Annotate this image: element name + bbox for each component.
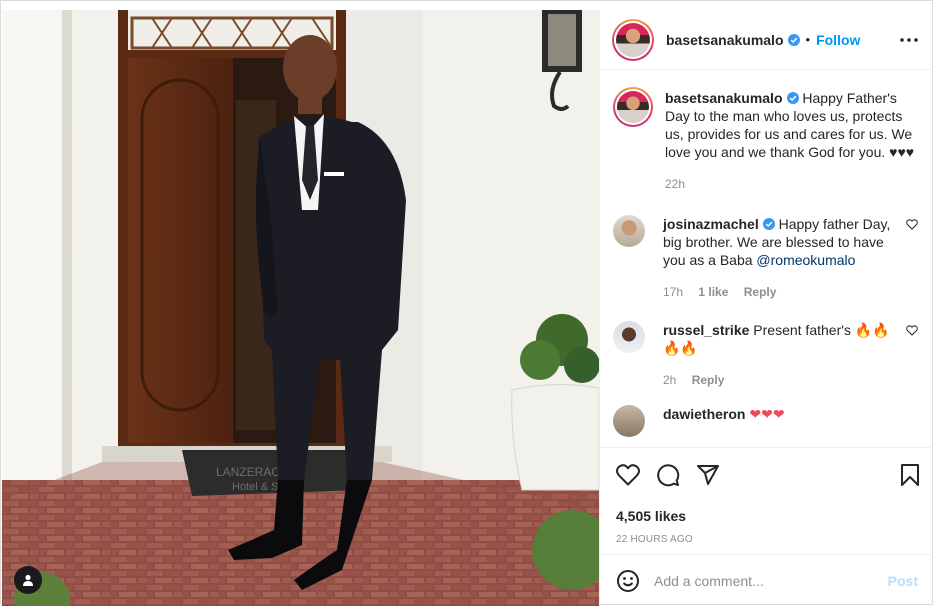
verified-icon — [762, 218, 775, 230]
add-comment-bar: Post — [600, 554, 933, 606]
heart-icon[interactable] — [906, 219, 918, 230]
post-modal: LANZERAC Hotel & Spa basetsanakumalo • F… — [0, 0, 933, 606]
post-header: basetsanakumalo • Follow — [600, 10, 933, 70]
comment-username[interactable]: russel_strike — [663, 322, 749, 338]
caption-username[interactable]: basetsanakumalo — [665, 90, 783, 106]
comment-time[interactable]: 17h — [663, 285, 683, 299]
post-actions: 4,505 likes 22 HOURS AGO — [600, 447, 933, 545]
bookmark-icon[interactable] — [900, 464, 920, 486]
author-username[interactable]: basetsanakumalo — [666, 32, 784, 48]
share-icon[interactable] — [696, 464, 720, 486]
comments-list[interactable]: basetsanakumalo Happy Father's Day to th… — [600, 71, 933, 447]
header-separator: • — [805, 32, 811, 47]
comment-input[interactable] — [654, 572, 888, 589]
follow-button[interactable]: Follow — [816, 32, 860, 48]
post-comment-button[interactable]: Post — [888, 573, 918, 589]
comment-item: russel_strike Present father's 🔥🔥🔥🔥 2h R… — [613, 321, 918, 389]
heart-icon[interactable] — [906, 325, 918, 336]
photo-scene: LANZERAC Hotel & Spa — [2, 10, 599, 606]
comment-username[interactable]: dawietheron — [663, 406, 745, 422]
author-avatar[interactable] — [612, 18, 654, 61]
commenter-avatar[interactable] — [613, 215, 645, 247]
comment-mention[interactable]: @romeokumalo — [756, 252, 855, 268]
comment-item: josinazmachel Happy father Day, big brot… — [613, 215, 918, 301]
mat-sign-line1: LANZERAC — [216, 465, 280, 479]
heart-icon[interactable] — [616, 464, 640, 486]
likes-count[interactable]: 4,505 likes — [616, 508, 920, 524]
more-icon[interactable] — [900, 37, 918, 42]
post-photo[interactable]: LANZERAC Hotel & Spa — [2, 10, 599, 606]
emoji-icon[interactable] — [616, 569, 640, 593]
post-timestamp[interactable]: 22 HOURS AGO — [616, 534, 920, 545]
caption-time[interactable]: 22h — [665, 177, 685, 191]
commenter-avatar[interactable] — [613, 321, 645, 353]
verified-icon — [787, 33, 800, 46]
caption-avatar[interactable] — [613, 87, 653, 127]
verified-icon — [786, 92, 799, 104]
comment-time[interactable]: 2h — [663, 373, 676, 387]
comment-likes[interactable]: 1 like — [698, 285, 728, 299]
comment-username[interactable]: josinazmachel — [663, 216, 759, 232]
user-tag-icon[interactable] — [14, 566, 42, 594]
commenter-avatar[interactable] — [613, 405, 645, 437]
comment-icon[interactable] — [656, 463, 680, 487]
reply-button[interactable]: Reply — [692, 373, 725, 387]
reply-button[interactable]: Reply — [744, 285, 777, 299]
comment-text: ❤❤❤ — [749, 406, 785, 422]
post-side-panel: basetsanakumalo • Follow basetsanakumalo… — [599, 10, 933, 606]
caption: basetsanakumalo Happy Father's Day to th… — [613, 87, 918, 193]
comment-item: dawietheron ❤❤❤ — [613, 405, 918, 437]
